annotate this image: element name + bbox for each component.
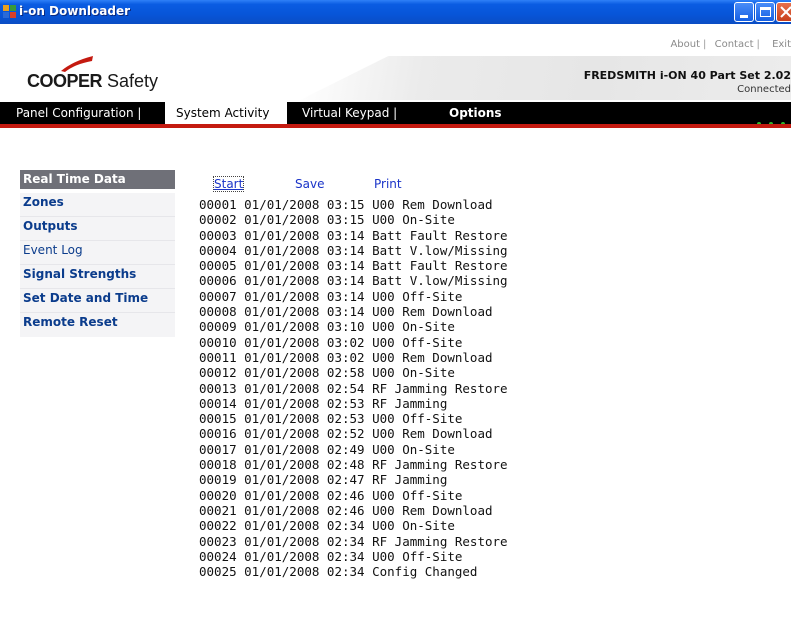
log-entry: 00016 01/01/2008 02:52 U00 Rem Download xyxy=(199,426,493,442)
log-entry: 00012 01/01/2008 02:58 U00 On-Site xyxy=(199,365,455,381)
log-entry: 00018 01/01/2008 02:48 RF Jamming Restor… xyxy=(199,457,508,473)
log-entry: 00013 01/01/2008 02:54 RF Jamming Restor… xyxy=(199,380,508,396)
log-entry: 00025 01/01/2008 02:34 Config Changed xyxy=(199,564,478,580)
maximize-icon xyxy=(760,7,771,17)
sidebar-item-signal-strengths[interactable]: Signal Strengths xyxy=(20,265,175,289)
log-entry: 00009 01/01/2008 03:10 U00 On-Site xyxy=(199,319,455,335)
main-nav: Panel Configuration | System Activity Vi… xyxy=(0,102,791,128)
event-log-list: 00001 01/01/2008 03:15 U00 Rem Download 0… xyxy=(199,197,508,579)
sidebar-item-outputs[interactable]: Outputs xyxy=(20,217,175,241)
app-icon[interactable] xyxy=(3,5,17,19)
log-entry: 00010 01/01/2008 03:02 U00 Off-Site xyxy=(199,334,463,350)
link-separator: | xyxy=(756,39,760,50)
exit-link[interactable]: Exit xyxy=(772,39,791,50)
tab-options[interactable]: Options xyxy=(449,102,502,124)
print-link[interactable]: Print xyxy=(374,177,402,191)
close-button[interactable] xyxy=(776,2,791,22)
sidebar-item-real-time-data[interactable]: Real Time Data xyxy=(20,170,175,189)
log-entry: 00020 01/01/2008 02:46 U00 Off-Site xyxy=(199,487,463,503)
sidebar-item-set-date-and-time[interactable]: Set Date and Time xyxy=(20,289,175,313)
log-entry: 00002 01/01/2008 03:15 U00 On-Site xyxy=(199,212,455,228)
log-entry: 00017 01/01/2008 02:49 U00 On-Site xyxy=(199,441,455,457)
log-entry: 00015 01/01/2008 02:53 U00 Off-Site xyxy=(199,411,463,427)
log-entry: 00023 01/01/2008 02:34 RF Jamming Restor… xyxy=(199,533,508,549)
log-entry: 00004 01/01/2008 03:14 Batt V.low/Missin… xyxy=(199,242,508,258)
cooper-safety-logo: COOPER Safety xyxy=(27,55,159,95)
tab-virtual-keypad[interactable]: Virtual Keypad | xyxy=(302,102,397,124)
log-entry: 00007 01/01/2008 03:14 U00 Off-Site xyxy=(199,288,463,304)
connection-status: Connected xyxy=(737,84,791,95)
log-entry: 00001 01/01/2008 03:15 U00 Rem Download xyxy=(199,197,493,212)
minimize-icon xyxy=(740,15,748,18)
app-header: About | Contact | Exit COOPER Safety FREDS… xyxy=(0,24,791,100)
log-entry: 00008 01/01/2008 03:14 U00 Rem Download xyxy=(199,304,493,320)
link-separator: | xyxy=(703,39,707,50)
sidebar-item-event-log[interactable]: Event Log xyxy=(20,241,175,265)
log-entry: 00019 01/01/2008 02:47 RF Jamming xyxy=(199,472,448,488)
log-entry: 00011 01/01/2008 03:02 U00 Rem Download xyxy=(199,349,493,365)
log-entry: 00024 01/01/2008 02:34 U00 Off-Site xyxy=(199,548,463,564)
sidebar-item-zones[interactable]: Zones xyxy=(20,193,175,217)
log-entry: 00021 01/01/2008 02:46 U00 Rem Download xyxy=(199,502,493,518)
contact-link[interactable]: Contact xyxy=(715,39,754,50)
log-entry: 00003 01/01/2008 03:14 Batt Fault Restor… xyxy=(199,227,508,243)
nav-accent-line xyxy=(0,124,791,128)
close-icon xyxy=(780,6,791,18)
log-entry: 00022 01/01/2008 02:34 U00 On-Site xyxy=(199,518,455,534)
brand-text: COOPER Safety xyxy=(27,71,159,91)
log-entry: 00006 01/01/2008 03:14 Batt V.low/Missin… xyxy=(199,273,508,289)
save-link[interactable]: Save xyxy=(295,177,324,191)
minimize-button[interactable] xyxy=(734,2,754,22)
start-link[interactable]: Start xyxy=(212,176,245,192)
log-entry: 00014 01/01/2008 02:53 RF Jamming xyxy=(199,395,448,411)
log-entry: 00005 01/01/2008 03:14 Batt Fault Restor… xyxy=(199,258,508,274)
window-title: i-on Downloader xyxy=(19,4,130,18)
panel-title: FREDSMITH i-ON 40 Part Set 2.02 xyxy=(583,69,791,82)
title-bar: i-on Downloader xyxy=(0,0,791,24)
maximize-button[interactable] xyxy=(755,2,775,22)
sidebar-item-remote-reset[interactable]: Remote Reset xyxy=(20,313,175,337)
tab-panel-configuration[interactable]: Panel Configuration | xyxy=(16,102,141,124)
top-links: About | Contact | Exit xyxy=(665,39,791,50)
about-link[interactable]: About xyxy=(670,39,700,50)
sidebar: Real Time Data Zones Outputs Event Log S… xyxy=(20,170,175,337)
